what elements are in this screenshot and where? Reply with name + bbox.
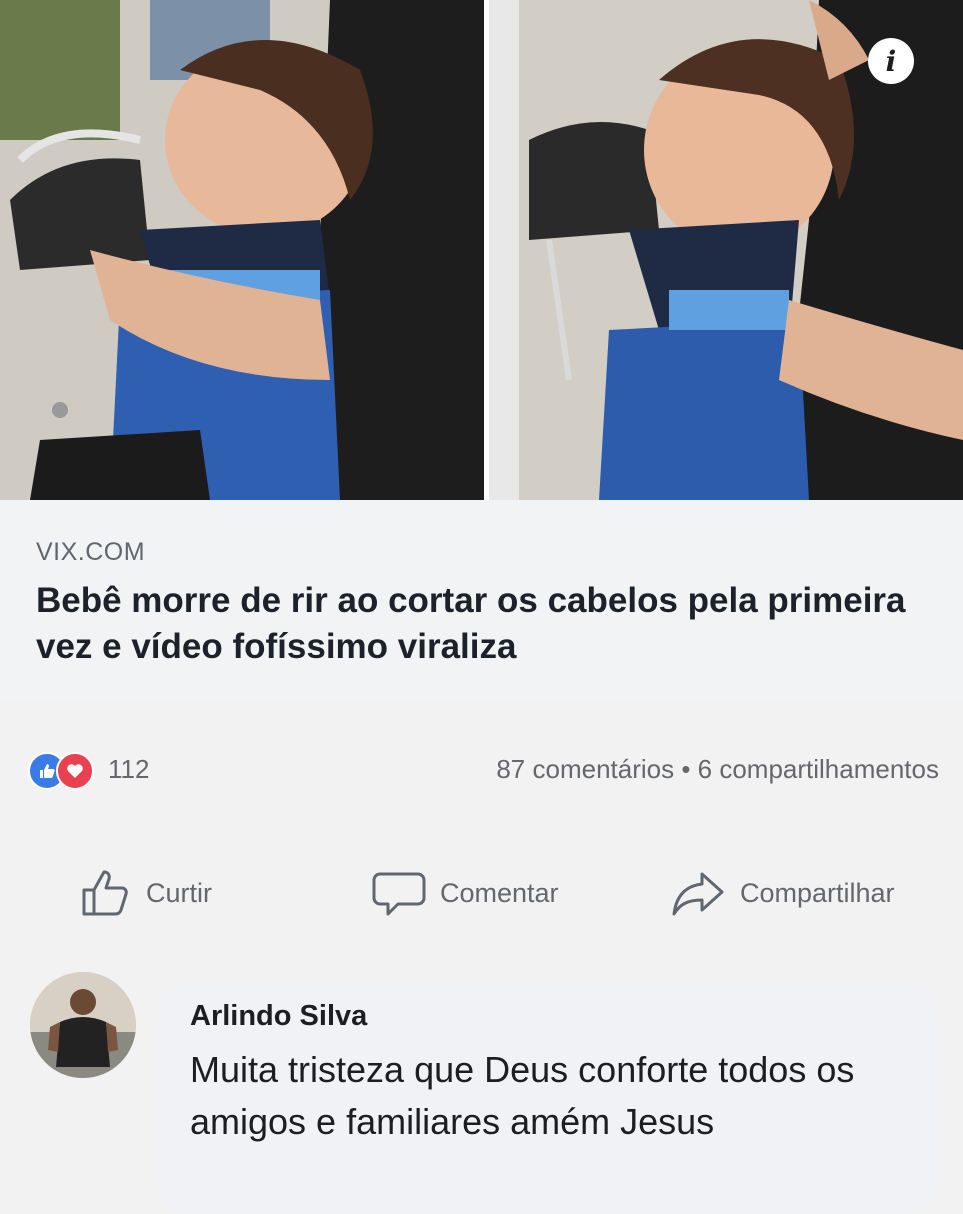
post-stats: 112 87 comentários • 6 compartilhamentos (0, 740, 963, 800)
photo-left (0, 0, 484, 500)
share-button-label: Compartilhar (740, 877, 895, 908)
post-image[interactable]: i (0, 0, 963, 500)
avatar[interactable] (30, 972, 136, 1078)
comment-author[interactable]: Arlindo Silva (190, 1000, 367, 1033)
link-headline[interactable]: Bebê morre de rir ao cortar os cabelos p… (36, 578, 916, 670)
comment-button[interactable]: Comentar (372, 865, 559, 921)
thumbs-up-icon (82, 870, 128, 916)
comment-text: Muita tristeza que Deus conforte todos o… (190, 1049, 855, 1142)
action-bar: Curtir Comentar Compartilhar (0, 855, 963, 935)
comments-shares-count[interactable]: 87 comentários • 6 compartilhamentos (496, 754, 939, 785)
like-button[interactable]: Curtir (80, 865, 212, 921)
like-button-label: Curtir (146, 877, 212, 908)
share-icon (672, 872, 724, 916)
reactions-count[interactable]: 112 (108, 754, 149, 785)
comment-bubble: Arlindo Silva Muita tristeza que Deus co… (158, 984, 938, 1214)
comment-button-label: Comentar (440, 877, 559, 908)
info-icon[interactable]: i (868, 38, 914, 84)
comment-item: Arlindo Silva Muita tristeza que Deus co… (0, 960, 963, 1214)
love-reaction-icon[interactable] (56, 752, 94, 790)
comment-icon (372, 872, 426, 916)
link-preview[interactable]: VIX.COM Bebê morre de rir ao cortar os c… (0, 500, 963, 700)
share-button[interactable]: Compartilhar (670, 865, 895, 921)
link-source: VIX.COM (36, 538, 146, 566)
